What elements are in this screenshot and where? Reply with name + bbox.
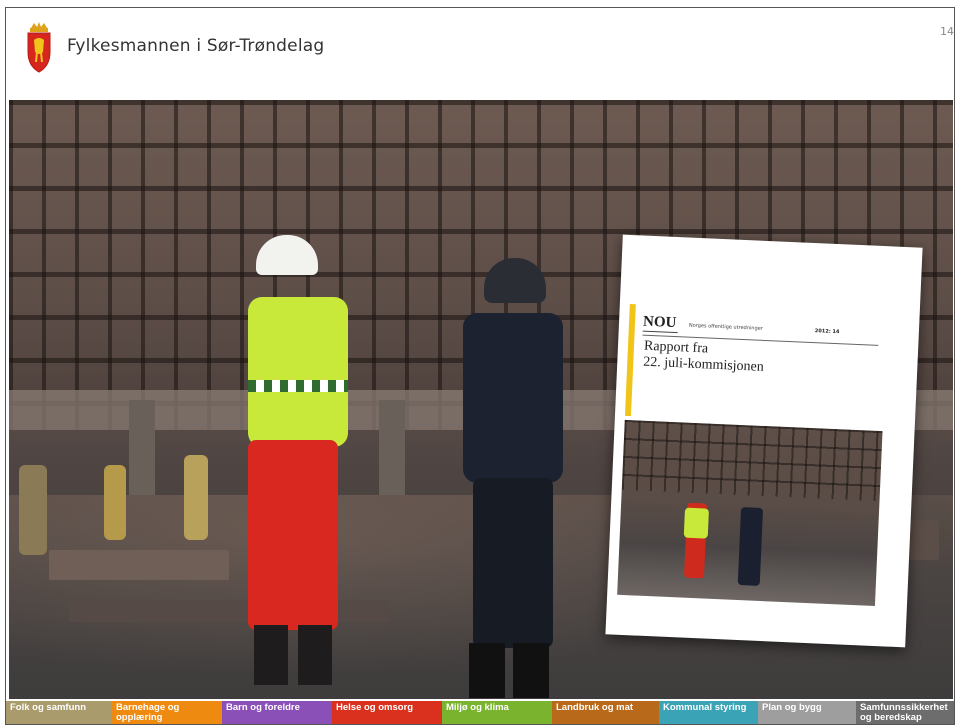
nav-kommunal-styring[interactable]: Kommunal styring [659,701,758,724]
cover-police-officer [737,507,764,586]
worker-figure [19,465,47,555]
nav-folk-og-samfunn[interactable]: Folk og samfunn [6,701,112,724]
cover-year: 2012: 14 [814,328,840,336]
cover-building [621,419,883,502]
coat-of-arms-icon [27,22,51,73]
cover-accent-band [624,304,636,417]
cover-series-subtitle: Norges offentlige utredninger [688,322,763,332]
cover-vest [683,507,709,539]
header: Fylkesmannen i Sør-Trøndelag 14 [6,8,954,98]
nav-samfunnssikkerhet-og-beredskap[interactable]: Samfunnssikkerhet og beredskap [856,701,954,724]
nav-plan-og-bygg[interactable]: Plan og bygg [758,701,856,724]
organization-name: Fylkesmannen i Sør-Trøndelag [67,36,325,56]
category-nav: Folk og samfunn Barnehage og opplæring B… [6,701,954,724]
police-officer-figure [449,258,579,698]
nav-landbruk-og-mat[interactable]: Landbruk og mat [552,701,659,724]
debris [49,550,229,580]
worker-figure [104,465,126,540]
rescue-worker-figure [234,235,354,699]
report-cover: NOU Norges offentlige utredninger 2012: … [605,234,923,648]
cover-series: NOU [642,313,679,334]
slide: Fylkesmannen i Sør-Trøndelag 14 NOU Norg… [5,7,955,725]
nav-helse-og-omsorg[interactable]: Helse og omsorg [332,701,442,724]
nav-miljo-og-klima[interactable]: Miljø og klima [442,701,552,724]
nav-barnehage-og-opplaering[interactable]: Barnehage og opplæring [112,701,222,724]
cover-photo [617,419,883,606]
worker-figure [184,455,208,540]
nav-barn-og-foreldre[interactable]: Barn og foreldre [222,701,332,724]
cover-title: Rapport fra 22. juli-kommisjonen [643,339,864,381]
page-number: 14 [940,25,954,38]
